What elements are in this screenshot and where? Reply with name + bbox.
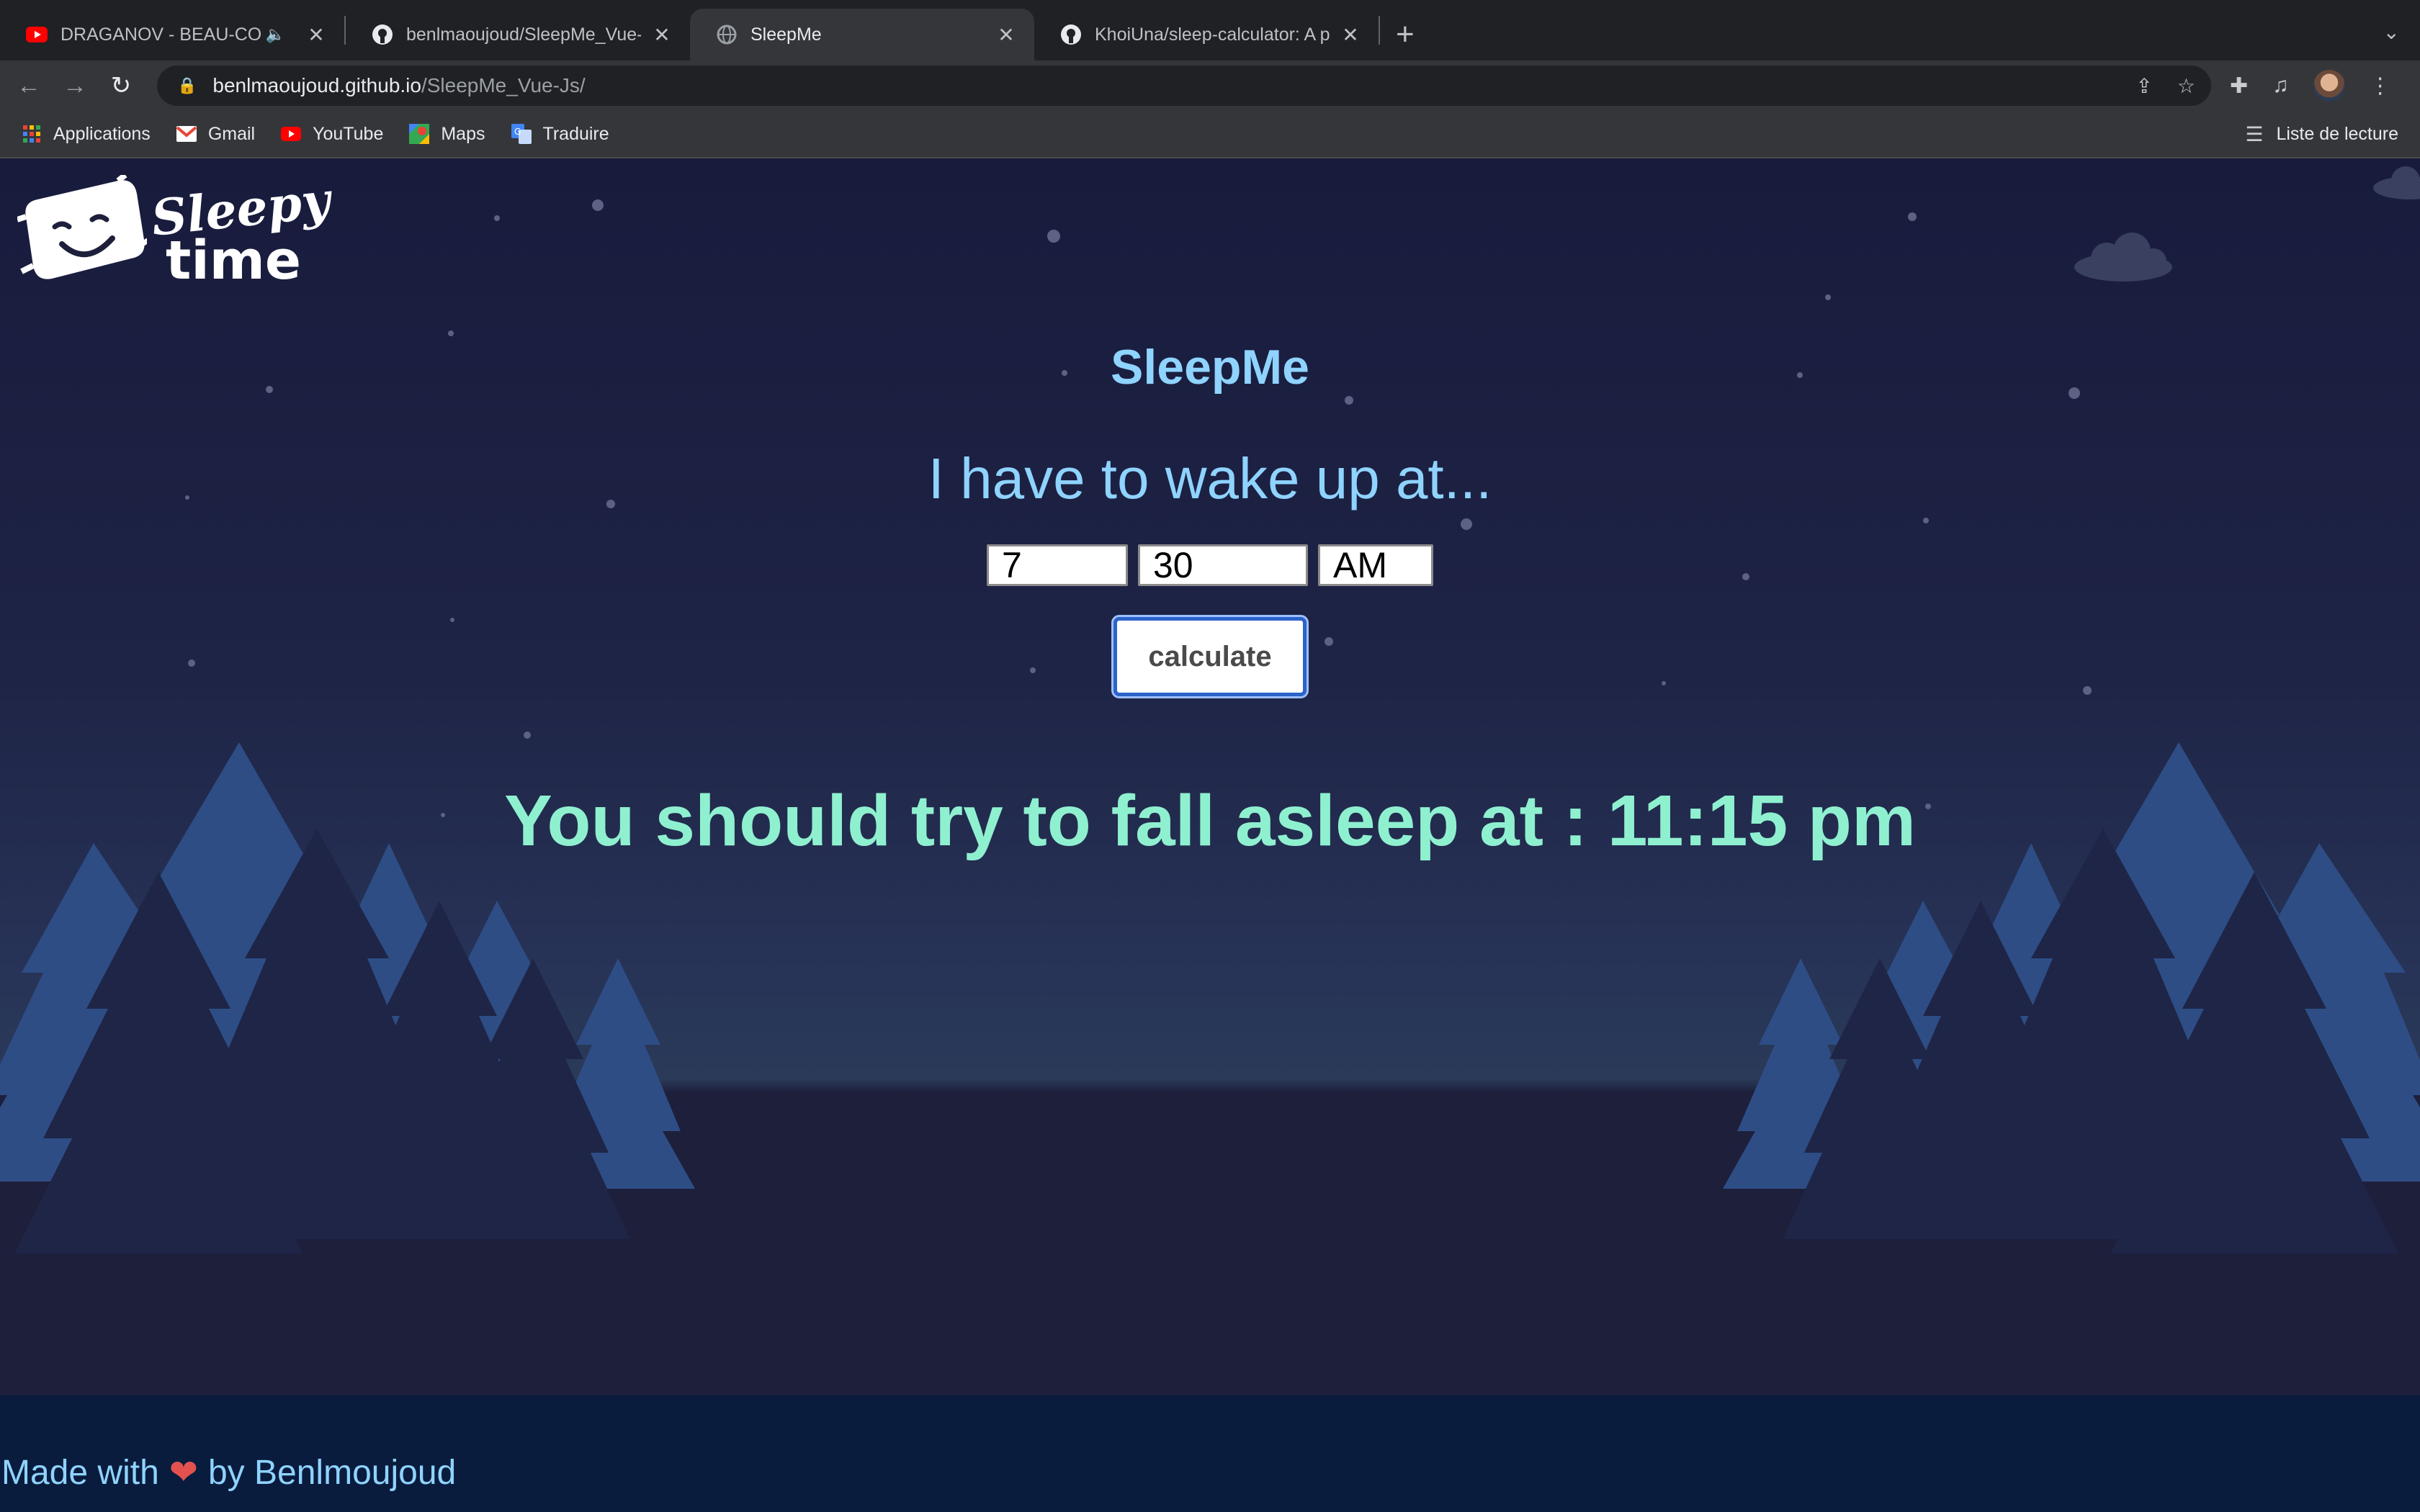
reading-list-button[interactable]: ☰ Liste de lecture bbox=[2245, 122, 2398, 146]
tab-sleepme[interactable]: SleepMe ✕ bbox=[690, 9, 1034, 60]
bookmark-applications[interactable]: Applications bbox=[22, 124, 151, 145]
maps-icon bbox=[409, 124, 430, 144]
footer-made-with: Made with bbox=[1, 1453, 159, 1492]
pillow-smiley-icon bbox=[16, 172, 150, 279]
bookmark-label: Applications bbox=[53, 123, 151, 144]
browser-toolbar: ← → ↻ 🔒 benlmaoujoud.github.io/SleepMe_V… bbox=[0, 60, 2420, 111]
new-tab-button[interactable]: + bbox=[1396, 9, 1415, 60]
sleepy-time-logo[interactable]: Sleepy time bbox=[16, 171, 333, 292]
svg-text:G: G bbox=[514, 127, 521, 137]
youtube-icon bbox=[26, 24, 48, 45]
bookmarks-bar: Applications Gmail YouTube Maps G Tradui… bbox=[0, 111, 2420, 158]
sleepme-page: Sleepy time SleepMe I have to wake up at… bbox=[0, 159, 2420, 1512]
reading-list-icon: ☰ bbox=[2245, 122, 2264, 145]
youtube-icon bbox=[281, 124, 302, 144]
github-icon bbox=[1060, 24, 1082, 45]
minute-select[interactable]: 30 bbox=[1138, 544, 1308, 586]
profile-avatar[interactable] bbox=[2313, 70, 2345, 102]
tab-title: DRAGANOV - BEAU-COUP bbox=[60, 24, 261, 45]
logo-text-time: time bbox=[166, 230, 302, 292]
calculate-button[interactable]: calculate bbox=[1111, 615, 1309, 698]
hour-select[interactable]: 7 bbox=[987, 544, 1128, 586]
bookmark-label: Maps bbox=[441, 123, 485, 144]
github-icon bbox=[372, 24, 393, 45]
tab-sleep-calculator[interactable]: KhoiUna/sleep-calculator: A pr ✕ bbox=[1034, 9, 1379, 60]
tab-title: benlmaoujoud/SleepMe_Vue-J bbox=[406, 24, 641, 45]
bookmark-maps[interactable]: Maps bbox=[409, 124, 485, 145]
bookmark-youtube[interactable]: YouTube bbox=[281, 124, 383, 145]
result-text: You should try to fall asleep at : 11:15… bbox=[504, 780, 1916, 861]
globe-icon bbox=[716, 24, 738, 45]
address-bar[interactable]: 🔒 benlmaoujoud.github.io/SleepMe_Vue-Js/… bbox=[157, 66, 2211, 106]
tab-title: KhoiUna/sleep-calculator: A pr bbox=[1095, 24, 1330, 45]
wake-up-prompt: I have to wake up at... bbox=[928, 446, 1492, 510]
footer-author: by Benlmoujoud bbox=[207, 1453, 457, 1492]
close-icon[interactable]: ✕ bbox=[995, 23, 1017, 47]
heart-icon: ❤ bbox=[169, 1454, 198, 1492]
bookmark-star-icon[interactable]: ☆ bbox=[2177, 74, 2195, 98]
extensions-puzzle-icon[interactable]: ✚ bbox=[2230, 73, 2248, 99]
gmail-icon bbox=[176, 124, 197, 144]
translate-icon: G bbox=[511, 124, 532, 144]
reload-icon[interactable]: ↻ bbox=[104, 68, 138, 103]
url-path: /SleepMe_Vue-Js/ bbox=[421, 74, 586, 96]
page-title: SleepMe bbox=[1111, 340, 1309, 395]
back-arrow-icon[interactable]: ← bbox=[12, 68, 46, 103]
bookmark-traduire[interactable]: G Traduire bbox=[511, 124, 609, 145]
tab-separator bbox=[1379, 16, 1380, 45]
share-icon[interactable]: ⇪ bbox=[2136, 74, 2152, 98]
forward-arrow-icon[interactable]: → bbox=[58, 68, 92, 103]
menu-kebab-icon[interactable]: ⋮ bbox=[2370, 73, 2391, 99]
lock-icon[interactable]: 🔒 bbox=[177, 76, 197, 95]
close-icon[interactable]: ✕ bbox=[651, 23, 673, 47]
bookmark-label: Gmail bbox=[207, 123, 256, 144]
media-queue-icon[interactable]: ♫ bbox=[2272, 73, 2289, 98]
time-inputs: 7 30 AM bbox=[0, 544, 2420, 586]
bookmark-label: YouTube bbox=[313, 123, 384, 144]
bookmark-label: Traduire bbox=[542, 123, 609, 144]
close-icon[interactable]: ✕ bbox=[305, 23, 327, 47]
reading-list-label: Liste de lecture bbox=[2276, 123, 2398, 144]
cloud bbox=[2074, 166, 2420, 282]
speaker-icon[interactable]: 🔈 bbox=[266, 25, 285, 44]
url-host: benlmaoujoud.github.io bbox=[212, 74, 421, 96]
bookmark-gmail[interactable]: Gmail bbox=[176, 124, 255, 145]
close-icon[interactable]: ✕ bbox=[1340, 23, 1361, 47]
apps-grid-icon bbox=[22, 124, 42, 144]
tab-title: SleepMe bbox=[750, 24, 822, 45]
tab-strip: DRAGANOV - BEAU-COUP 🔈 ✕ benlmaoujoud/Sl… bbox=[0, 0, 2420, 60]
tab-github-sleepme[interactable]: benlmaoujoud/SleepMe_Vue-J ✕ bbox=[346, 9, 690, 60]
tab-search-chevron-icon[interactable]: ⌄ bbox=[2383, 20, 2400, 44]
tab-draganov[interactable]: DRAGANOV - BEAU-COUP 🔈 ✕ bbox=[0, 9, 344, 60]
footer-credit: Made with ❤ by Benlmoujoud bbox=[1, 1452, 456, 1493]
am-pm-select[interactable]: AM bbox=[1318, 544, 1433, 586]
